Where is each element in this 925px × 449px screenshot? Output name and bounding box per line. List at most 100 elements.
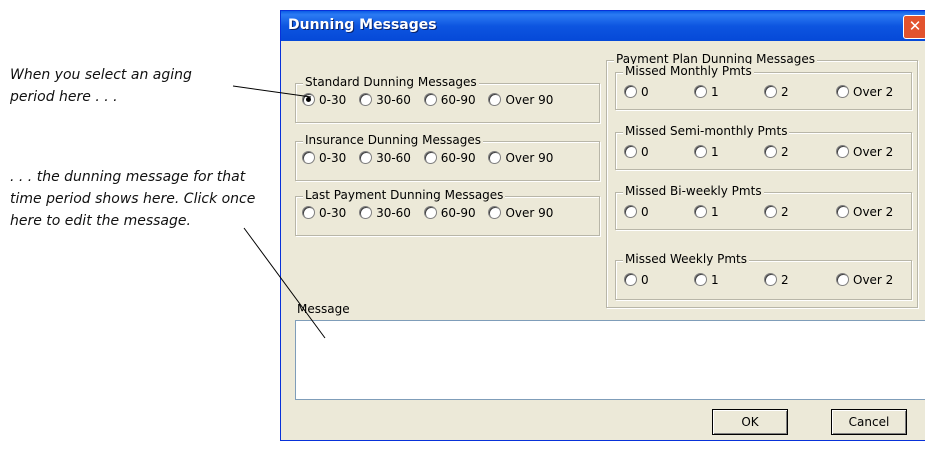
insurance-dunning-label: Insurance Dunning Messages — [303, 133, 483, 147]
radio-weekly-1[interactable]: 1 — [694, 273, 719, 287]
radio-weekly-2[interactable]: 2 — [764, 273, 789, 287]
radio-icon — [694, 205, 707, 218]
dunning-messages-dialog: Dunning Messages ✕ Standard Dunning Mess… — [280, 10, 925, 441]
radio-icon — [359, 93, 373, 106]
radio-insurance-30-60[interactable]: 30-60 — [359, 151, 411, 165]
radio-monthly-over-2[interactable]: Over 2 — [836, 85, 893, 99]
standard-dunning-label: Standard Dunning Messages — [303, 75, 479, 89]
radio-monthly-0[interactable]: 0 — [624, 85, 649, 99]
radio-label: Over 2 — [853, 205, 894, 219]
radio-bi-weekly-0[interactable]: 0 — [624, 205, 649, 219]
radio-label: Over 2 — [853, 145, 894, 159]
radio-icon — [694, 145, 707, 158]
radio-semi-monthly-1[interactable]: 1 — [694, 145, 719, 159]
radio-insurance-over-90[interactable]: Over 90 — [488, 151, 553, 165]
radio-icon — [624, 85, 637, 98]
radio-standard-30-60[interactable]: 30-60 — [359, 93, 411, 107]
radio-label: 60-90 — [440, 151, 476, 165]
radio-last-payment-over-90[interactable]: Over 90 — [488, 206, 553, 220]
radio-label: 1 — [711, 273, 719, 287]
radio-bi-weekly-2[interactable]: 2 — [764, 205, 789, 219]
radio-icon — [302, 206, 315, 219]
radio-icon — [836, 145, 849, 158]
radio-label: 0 — [641, 205, 649, 219]
message-label: Message — [297, 302, 350, 316]
radio-label: 2 — [781, 85, 789, 99]
radio-icon — [488, 151, 502, 164]
missed-monthly-label: Missed Monthly Pmts — [623, 64, 754, 78]
radio-icon — [836, 85, 849, 98]
radio-label: 0-30 — [319, 93, 347, 107]
missed-monthly-group: Missed Monthly Pmts 0 1 2 Over 2 — [615, 64, 912, 110]
radio-label: 1 — [711, 85, 719, 99]
radio-label: 0-30 — [319, 151, 347, 165]
radio-label: 30-60 — [376, 93, 411, 107]
radio-bi-weekly-over-2[interactable]: Over 2 — [836, 205, 893, 219]
radio-icon — [488, 93, 502, 106]
radio-label: Over 2 — [853, 273, 894, 287]
radio-icon — [359, 206, 373, 219]
radio-label: 60-90 — [440, 93, 476, 107]
radio-icon — [624, 145, 637, 158]
radio-semi-monthly-over-2[interactable]: Over 2 — [836, 145, 893, 159]
ok-button[interactable]: OK — [712, 409, 788, 435]
insurance-dunning-group: Insurance Dunning Messages 0-30 30-60 60… — [295, 133, 600, 181]
radio-label: 1 — [711, 205, 719, 219]
radio-last-payment-0-30[interactable]: 0-30 — [302, 206, 346, 220]
last-payment-dunning-group: Last Payment Dunning Messages 0-30 30-60… — [295, 188, 600, 236]
radio-label: 30-60 — [376, 151, 411, 165]
radio-icon — [302, 151, 315, 164]
radio-label: 0-30 — [319, 206, 347, 220]
missed-semi-monthly-group: Missed Semi-monthly Pmts 0 1 2 Over 2 — [615, 124, 912, 170]
radio-standard-over-90[interactable]: Over 90 — [488, 93, 553, 107]
radio-label: Over 90 — [505, 93, 554, 107]
radio-icon — [764, 205, 777, 218]
radio-icon — [764, 145, 777, 158]
radio-label: 30-60 — [376, 206, 411, 220]
radio-label: Over 2 — [853, 85, 894, 99]
radio-weekly-0[interactable]: 0 — [624, 273, 649, 287]
radio-standard-60-90[interactable]: 60-90 — [423, 93, 476, 107]
last-payment-dunning-label: Last Payment Dunning Messages — [303, 188, 506, 202]
radio-label: Over 90 — [505, 151, 554, 165]
radio-monthly-1[interactable]: 1 — [694, 85, 719, 99]
payment-plan-group: Payment Plan Dunning Messages Missed Mon… — [606, 52, 918, 308]
radio-icon — [488, 206, 502, 219]
radio-insurance-60-90[interactable]: 60-90 — [423, 151, 476, 165]
radio-monthly-2[interactable]: 2 — [764, 85, 789, 99]
radio-icon — [836, 273, 849, 286]
cancel-button[interactable]: Cancel — [831, 409, 907, 435]
radio-icon — [764, 273, 777, 286]
message-textarea[interactable] — [295, 320, 925, 400]
radio-icon — [624, 205, 637, 218]
radio-label: 0 — [641, 273, 649, 287]
close-icon: ✕ — [908, 17, 922, 35]
annotation-aging-period: When you select an aging period here . .… — [10, 67, 192, 105]
missed-bi-weekly-group: Missed Bi-weekly Pmts 0 1 2 Over 2 — [615, 184, 912, 230]
radio-label: Over 90 — [505, 206, 554, 220]
radio-icon — [836, 205, 849, 218]
radio-checked-icon — [302, 93, 315, 106]
radio-icon — [624, 273, 637, 286]
radio-weekly-over-2[interactable]: Over 2 — [836, 273, 893, 287]
radio-label: 60-90 — [440, 206, 476, 220]
radio-standard-0-30[interactable]: 0-30 — [302, 93, 346, 107]
radio-icon — [359, 151, 373, 164]
missed-weekly-group: Missed Weekly Pmts 0 1 2 Over 2 — [615, 252, 912, 300]
radio-icon — [423, 151, 437, 164]
close-button[interactable]: ✕ — [903, 15, 925, 39]
standard-dunning-group: Standard Dunning Messages 0-30 30-60 60-… — [295, 75, 600, 123]
radio-semi-monthly-0[interactable]: 0 — [624, 145, 649, 159]
radio-last-payment-30-60[interactable]: 30-60 — [359, 206, 411, 220]
radio-label: 0 — [641, 85, 649, 99]
radio-insurance-0-30[interactable]: 0-30 — [302, 151, 346, 165]
radio-label: 1 — [711, 145, 719, 159]
missed-weekly-label: Missed Weekly Pmts — [623, 252, 750, 266]
radio-icon — [764, 85, 777, 98]
radio-bi-weekly-1[interactable]: 1 — [694, 205, 719, 219]
radio-last-payment-60-90[interactable]: 60-90 — [423, 206, 476, 220]
missed-bi-weekly-label: Missed Bi-weekly Pmts — [623, 184, 764, 198]
radio-semi-monthly-2[interactable]: 2 — [764, 145, 789, 159]
missed-semi-monthly-label: Missed Semi-monthly Pmts — [623, 124, 790, 138]
radio-icon — [423, 206, 437, 219]
